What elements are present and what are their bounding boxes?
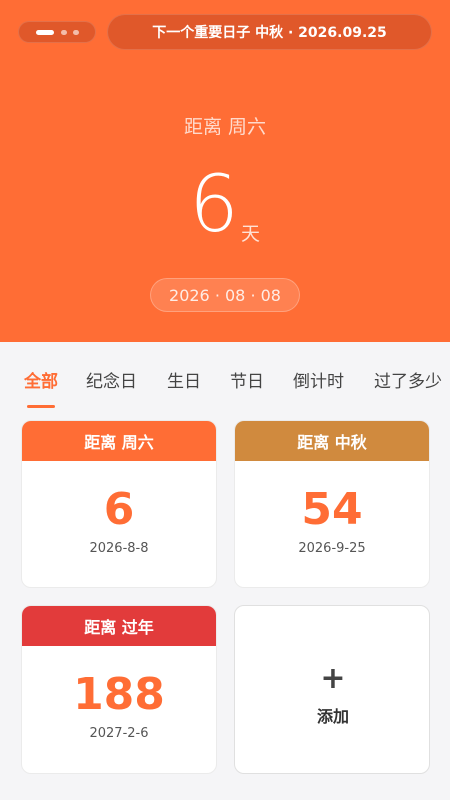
page-indicator[interactable] [18, 21, 96, 43]
tab-holiday[interactable]: 节日 [230, 367, 264, 392]
card-header: 距离 周六 [22, 421, 216, 461]
add-event-button[interactable]: + 添加 [234, 605, 430, 774]
card-day-count: 188 [73, 669, 165, 720]
next-event-banner[interactable]: 下一个重要日子 中秋 · 2026.09.25 [107, 14, 432, 50]
event-card[interactable]: 距离 周六 6 2026-8-8 [21, 420, 217, 588]
tab-elapsed[interactable]: 过了多少 [374, 367, 442, 392]
page-dot-active [36, 30, 54, 35]
card-day-count: 54 [301, 484, 363, 535]
card-day-count: 6 [103, 484, 135, 535]
page-dot [61, 30, 67, 35]
card-date: 2027-2-6 [89, 726, 149, 741]
card-date: 2026-9-25 [298, 541, 366, 556]
tab-birthday[interactable]: 生日 [167, 367, 201, 392]
active-tab-indicator [27, 405, 55, 408]
hero-day-count: 6 [189, 160, 239, 250]
tab-countdown[interactable]: 倒计时 [293, 367, 344, 392]
hero-section: 下一个重要日子 中秋 · 2026.09.25 距离 周六 6 天 2026 ·… [0, 0, 450, 342]
event-card[interactable]: 距离 中秋 54 2026-9-25 [234, 420, 430, 588]
tab-all[interactable]: 全部 [24, 367, 58, 392]
event-card[interactable]: 距离 过年 188 2027-2-6 [21, 605, 217, 774]
hero-date-pill: 2026 · 08 · 08 [150, 278, 300, 312]
category-tabs: 全部 纪念日 生日 节日 倒计时 过了多少 [0, 360, 450, 410]
plus-icon: + [320, 661, 346, 696]
card-date: 2026-8-8 [89, 541, 149, 556]
add-label: 添加 [316, 707, 349, 726]
card-header: 距离 中秋 [235, 421, 429, 461]
tab-anniversary[interactable]: 纪念日 [86, 367, 137, 392]
page-dot [73, 30, 79, 35]
next-event-text: 下一个重要日子 中秋 · 2026.09.25 [152, 25, 387, 41]
card-header: 距离 过年 [22, 606, 216, 646]
hero-subtitle: 距离 周六 [183, 116, 267, 138]
hero-day-unit: 天 [241, 223, 261, 245]
